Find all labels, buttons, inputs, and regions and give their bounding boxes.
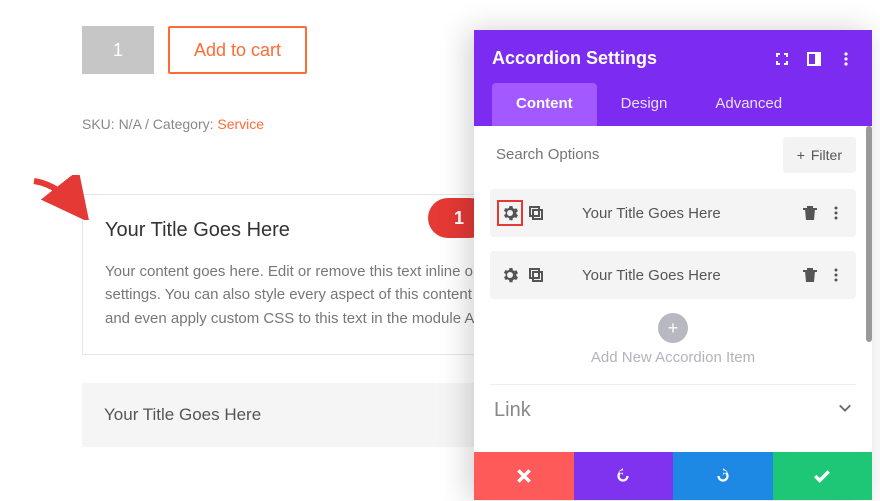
meta-text: SKU: N/A / Category: bbox=[82, 116, 217, 132]
filter-label: Filter bbox=[811, 147, 842, 163]
settings-panel: Accordion Settings Content Design Advanc… bbox=[474, 30, 872, 500]
filter-button[interactable]: + Filter bbox=[783, 137, 856, 173]
panel-header: Accordion Settings Content Design Advanc… bbox=[474, 30, 872, 126]
tab-content[interactable]: Content bbox=[492, 83, 597, 126]
category-link[interactable]: Service bbox=[217, 116, 264, 132]
accordion-item-title: Your Title Goes Here bbox=[582, 267, 792, 284]
tab-design[interactable]: Design bbox=[597, 83, 692, 126]
accordion-item-row: Your Title Goes Here bbox=[490, 251, 856, 299]
chevron-down-icon bbox=[838, 401, 852, 420]
search-input[interactable] bbox=[490, 134, 783, 175]
save-button[interactable] bbox=[773, 452, 873, 500]
item-more-icon[interactable] bbox=[828, 205, 844, 221]
duplicate-icon[interactable] bbox=[528, 267, 544, 283]
panel-body: + Filter Your Title Goes Here Your Title… bbox=[474, 126, 872, 452]
accordion-item-title: Your Title Goes Here bbox=[582, 205, 792, 222]
duplicate-icon[interactable] bbox=[528, 205, 544, 221]
section-link-label: Link bbox=[494, 399, 531, 422]
redo-button[interactable] bbox=[673, 452, 773, 500]
trash-icon[interactable] bbox=[802, 205, 818, 221]
add-to-cart-button[interactable]: Add to cart bbox=[168, 26, 307, 74]
panel-more-icon[interactable] bbox=[838, 51, 854, 67]
trash-icon[interactable] bbox=[802, 267, 818, 283]
annotation-arrow bbox=[30, 175, 90, 220]
undo-button[interactable] bbox=[574, 452, 674, 500]
gear-icon[interactable] bbox=[502, 205, 518, 221]
panel-scrollbar[interactable] bbox=[866, 126, 872, 342]
tab-advanced[interactable]: Advanced bbox=[691, 83, 806, 126]
panel-tabs: Content Design Advanced bbox=[492, 83, 854, 126]
expand-icon[interactable] bbox=[774, 51, 790, 67]
add-item-row: + Add New Accordion Item bbox=[490, 313, 856, 366]
accordion-item-row: Your Title Goes Here bbox=[490, 189, 856, 237]
panel-footer bbox=[474, 452, 872, 500]
quantity-input[interactable]: 1 bbox=[82, 26, 154, 74]
gear-icon[interactable] bbox=[502, 267, 518, 283]
cancel-button[interactable] bbox=[474, 452, 574, 500]
add-item-button[interactable]: + bbox=[658, 313, 688, 343]
panel-title: Accordion Settings bbox=[492, 48, 657, 69]
search-row: + Filter bbox=[490, 134, 856, 175]
item-more-icon[interactable] bbox=[828, 267, 844, 283]
section-link[interactable]: Link bbox=[490, 384, 856, 436]
plus-icon: + bbox=[797, 147, 805, 163]
snap-icon[interactable] bbox=[806, 51, 822, 67]
add-item-label: Add New Accordion Item bbox=[490, 349, 856, 366]
